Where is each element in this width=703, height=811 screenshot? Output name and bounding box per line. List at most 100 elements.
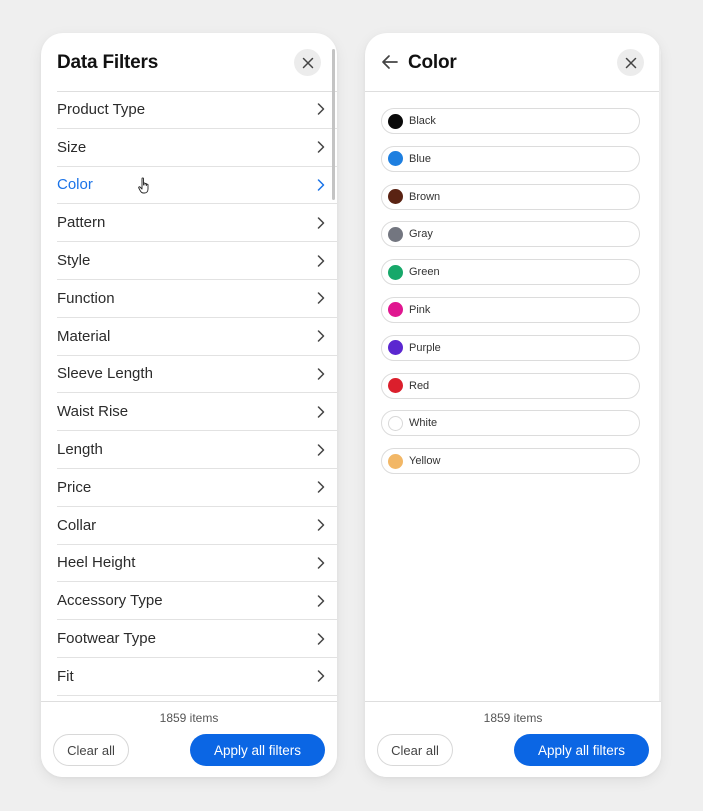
chevron-right-icon [317,368,325,380]
chevron-right-icon [317,632,325,645]
color-swatch [388,113,403,129]
close-icon [625,57,636,68]
color-option-purple[interactable]: Purple [381,334,640,361]
item-count: 1859 items [483,711,543,725]
filter-item-color[interactable]: Color [57,167,337,205]
color-option-blue[interactable]: Blue [381,145,640,172]
arrow-left-icon [382,55,398,69]
filter-item-collar[interactable]: Collar [57,507,337,545]
color-option-label: Green [409,266,440,279]
color-option-green[interactable]: Green [381,259,640,286]
filter-item-heel-height[interactable]: Heel Height [57,545,337,583]
item-count: 1859 items [159,711,219,725]
scroll-track [659,33,661,701]
chevron-right-icon [317,217,325,229]
filter-item-sleeve-length[interactable]: Sleeve Length [57,356,337,394]
color-option-yellow[interactable]: Yellow [381,448,640,475]
color-option-label: Gray [409,228,433,241]
apply-all-filters-button[interactable]: Apply all filters [514,734,649,766]
chevron-right-icon [317,179,325,191]
color-options-list: Black Blue Brown Gray Green Pink Purple Red Whit… [381,108,640,486]
filter-item-product-type[interactable]: Product Type [57,91,337,129]
chevron-right-icon [317,141,325,153]
color-swatch [388,453,403,469]
filter-item-style[interactable]: Style [57,242,337,280]
filter-list: Product Type Size Color Pattern Style Functio… [57,91,337,696]
color-swatch [388,302,403,318]
chevron-right-icon [317,254,325,267]
filter-item-label: Heel Height [57,554,136,572]
panel-title: Data Filters [57,52,159,73]
panel-header: Data Filters [41,33,337,91]
color-option-pink[interactable]: Pink [381,296,640,323]
filter-item-length[interactable]: Length [57,431,337,469]
color-option-label: Black [409,115,436,127]
color-option-red[interactable]: Red [381,372,640,399]
chevron-right-icon [317,103,325,116]
scrollbar-thumb[interactable] [332,49,335,200]
filter-item-fit[interactable]: Fit [57,658,337,696]
hand-pointer-cursor-icon [138,177,149,194]
color-option-label: Blue [409,152,432,165]
close-icon [302,57,313,68]
filter-item-label: Material [57,327,111,345]
color-swatch [388,189,403,205]
color-option-gray[interactable]: Gray [381,221,640,248]
clear-all-button[interactable]: Clear all [53,734,129,766]
chevron-right-icon [317,595,325,607]
color-option-brown[interactable]: Brown [381,183,640,210]
filter-item-function[interactable]: Function [57,280,337,318]
color-option-label: Pink [409,303,431,316]
color-option-white[interactable]: White [381,410,640,437]
filter-item-label: Collar [57,516,97,534]
data-filters-panel: Data Filters Product Type Size Color Patter… [41,33,337,777]
filter-item-label: Footwear Type [57,630,156,648]
color-swatch [388,378,403,394]
chevron-right-icon [317,519,325,531]
close-button[interactable] [294,49,321,76]
color-option-label: Yellow [409,455,441,468]
chevron-right-icon [317,443,325,456]
chevron-right-icon [317,406,325,418]
filter-item-material[interactable]: Material [57,318,337,356]
filter-item-label: Style [57,252,91,270]
filter-item-label: Accessory Type [57,592,163,610]
filter-item-price[interactable]: Price [57,469,337,507]
filter-item-accessory-type[interactable]: Accessory Type [57,582,337,621]
filter-item-footwear-type[interactable]: Footwear Type [57,620,337,658]
color-swatch [388,151,403,167]
filter-item-label: Function [57,289,115,307]
color-option-black[interactable]: Black [381,108,640,134]
panel-footer: 1859 items Clear all Apply all filters [365,701,661,777]
color-option-label: Brown [409,190,441,203]
color-filter-panel: Color Black Blue Brown Gray Green Pink Purple R… [365,33,661,777]
color-swatch [388,264,403,280]
close-button[interactable] [617,49,644,76]
chevron-right-icon [317,670,325,683]
color-option-label: Red [409,379,430,392]
apply-all-filters-button[interactable]: Apply all filters [190,734,325,766]
filter-item-label: Fit [57,667,74,685]
filter-item-pattern[interactable]: Pattern [57,204,337,243]
back-button[interactable] [379,51,401,73]
panel-footer: 1859 items Clear all Apply all filters [41,701,337,777]
panel-title: Color [408,52,457,73]
chevron-right-icon [317,330,325,342]
panel-header: Color [365,33,661,91]
clear-all-button[interactable]: Clear all [377,734,453,766]
color-swatch [388,340,403,356]
filter-item-size[interactable]: Size [57,129,337,167]
header-divider [365,91,661,92]
filter-item-label: Length [57,441,103,459]
color-swatch [388,226,403,242]
filter-item-label: Waist Rise [57,403,129,421]
color-option-label: Purple [409,341,441,354]
chevron-right-icon [317,557,325,569]
filter-item-label: Size [57,138,87,156]
chevron-right-icon [317,292,325,305]
color-swatch [388,415,403,431]
filter-item-label: Price [57,478,92,496]
color-option-label: White [409,417,438,430]
filter-item-label: Sleeve Length [57,365,153,383]
filter-item-waist-rise[interactable]: Waist Rise [57,393,337,432]
